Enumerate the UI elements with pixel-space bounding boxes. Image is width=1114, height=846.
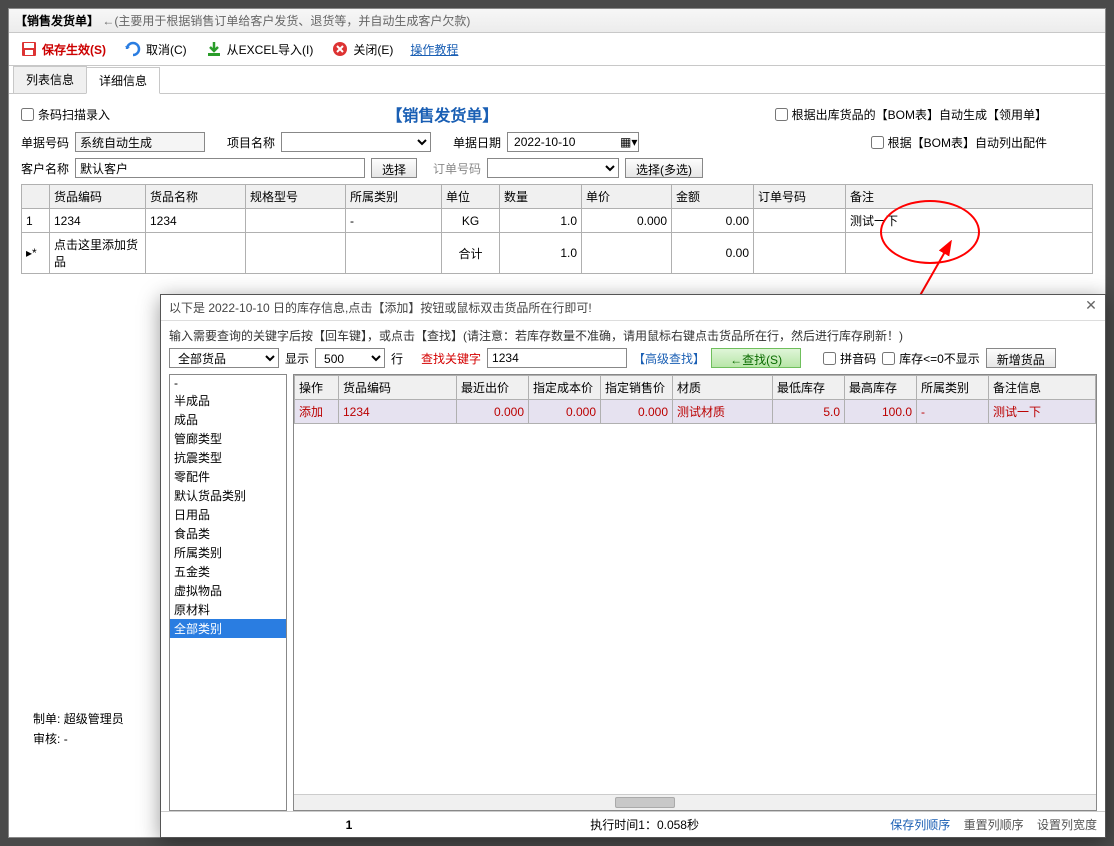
project-label: 项目名称: [227, 134, 275, 151]
window-title-bar: 【销售发货单】 ←(主要用于根据销售订单给客户发货、退货等，并自动生成客户欠款): [9, 9, 1105, 33]
set-col-width-link[interactable]: 设置列宽度: [1037, 818, 1097, 832]
category-item[interactable]: 日用品: [170, 505, 286, 524]
category-item[interactable]: 抗震类型: [170, 448, 286, 467]
category-item[interactable]: 管廊类型: [170, 429, 286, 448]
audit-label: 审核:: [33, 732, 60, 746]
keyword-input[interactable]: [487, 348, 627, 368]
save-icon: [20, 40, 38, 58]
category-filter-select[interactable]: 全部货品: [169, 348, 279, 368]
table-row[interactable]: 1 1234 1234 - KG 1.0 0.000 0.00 测试一下: [22, 209, 1093, 233]
category-list[interactable]: -半成品成品管廊类型抗震类型零配件默认货品类别日用品食品类所属类别五金类虚拟物品…: [169, 374, 287, 811]
category-item[interactable]: 默认货品类别: [170, 486, 286, 505]
category-item[interactable]: 全部类别: [170, 619, 286, 638]
window-title: 【销售发货单】: [15, 14, 99, 28]
barcode-scan-checkbox[interactable]: 条码扫描录入: [21, 106, 110, 123]
maker-value: 超级管理员: [64, 712, 124, 726]
grid-row[interactable]: 添加 1234 0.000 0.000 0.000 测试材质 5.0 100.0…: [295, 400, 1096, 424]
tab-bar: 列表信息 详细信息: [9, 66, 1105, 94]
table-add-row[interactable]: ▸* 点击这里添加货品 合计 1.0 0.00: [22, 233, 1093, 274]
calendar-icon[interactable]: ▦▾: [620, 135, 636, 149]
hide-zero-checkbox[interactable]: 库存<=0不显示: [882, 350, 980, 367]
add-row-button[interactable]: 添加: [295, 400, 339, 424]
tab-list[interactable]: 列表信息: [13, 66, 87, 93]
category-item[interactable]: 所属类别: [170, 543, 286, 562]
keyword-label: 查找关键字: [421, 350, 481, 367]
dialog-status-bar: 1 执行时间1：0.058秒 保存列顺序 重置列顺序 设置列宽度: [161, 811, 1105, 837]
exec-time: 执行时间1：0.058秒: [409, 816, 880, 833]
category-item[interactable]: 零配件: [170, 467, 286, 486]
date-field[interactable]: [510, 134, 620, 150]
cancel-button[interactable]: 取消(C): [117, 36, 194, 62]
stock-picker-dialog: 以下是 2022-10-10 日的库存信息,点击【添加】按钮或鼠标双击货品所在行…: [160, 294, 1106, 838]
rows-label: 行: [391, 350, 403, 367]
category-item[interactable]: 成品: [170, 410, 286, 429]
add-product-button[interactable]: 新增货品: [986, 348, 1056, 368]
advanced-search-link[interactable]: 【高级查找】: [633, 350, 705, 367]
maker-label: 制单:: [33, 712, 60, 726]
import-button[interactable]: 从EXCEL导入(I): [198, 36, 321, 62]
show-label: 显示: [285, 350, 309, 367]
grid-header-row: 操作 货品编码 最近出价 指定成本价 指定销售价 材质 最低库存 最高库存 所属…: [295, 376, 1096, 400]
table-header-row: 货品编码 货品名称 规格型号 所属类别 单位 数量 单价 金额 订单号码 备注: [22, 185, 1093, 209]
bom-parts-checkbox[interactable]: 根据【BOM表】自动列出配件: [871, 134, 1047, 151]
customer-label: 客户名称: [21, 160, 69, 177]
order-no-label: 订单号码: [433, 160, 481, 177]
window-subtitle: ←(主要用于根据销售订单给客户发货、退货等，并自动生成客户欠款): [102, 14, 470, 28]
bom-auto-checkbox[interactable]: 根据出库货品的【BOM表】自动生成【领用单】: [775, 106, 1047, 123]
page-size-select[interactable]: 500: [315, 348, 385, 368]
category-item[interactable]: 半成品: [170, 391, 286, 410]
pinyin-checkbox[interactable]: 拼音码: [823, 350, 876, 367]
close-icon: [331, 40, 349, 58]
stock-grid: 操作 货品编码 最近出价 指定成本价 指定销售价 材质 最低库存 最高库存 所属…: [294, 375, 1096, 424]
tab-detail[interactable]: 详细信息: [86, 67, 160, 94]
save-col-order-link[interactable]: 保存列顺序: [890, 818, 950, 832]
main-toolbar: 保存生效(S) 取消(C) 从EXCEL导入(I) 关闭(E) 操作教程: [9, 33, 1105, 66]
close-button[interactable]: 关闭(E): [324, 36, 400, 62]
category-item[interactable]: 原材料: [170, 600, 286, 619]
dialog-hint: 输入需要查询的关键字后按【回车键】，或点击【查找】(请注意：若库存数量不准确，请…: [169, 327, 1097, 344]
order-no-select[interactable]: [487, 158, 619, 178]
dialog-title: 以下是 2022-10-10 日的库存信息,点击【添加】按钮或鼠标双击货品所在行…: [161, 295, 1105, 321]
customer-field[interactable]: [75, 158, 365, 178]
project-select[interactable]: [281, 132, 431, 152]
doc-type-title: 【销售发货单】: [116, 102, 769, 126]
category-item[interactable]: 虚拟物品: [170, 581, 286, 600]
import-icon: [205, 40, 223, 58]
reset-col-order-link[interactable]: 重置列顺序: [964, 818, 1024, 832]
category-item[interactable]: 食品类: [170, 524, 286, 543]
date-label: 单据日期: [453, 134, 501, 151]
horizontal-scrollbar[interactable]: [294, 794, 1096, 810]
tutorial-link[interactable]: 操作教程: [404, 38, 464, 61]
category-item[interactable]: -: [170, 375, 286, 391]
doc-no-label: 单据号码: [21, 134, 69, 151]
search-button[interactable]: ←查找(S): [711, 348, 801, 368]
select-multi-button[interactable]: 选择(多选): [625, 158, 703, 178]
doc-no-field[interactable]: [75, 132, 205, 152]
save-button[interactable]: 保存生效(S): [13, 36, 113, 62]
page-indicator: 1: [289, 818, 409, 832]
cancel-icon: [124, 40, 142, 58]
line-items-table: 货品编码 货品名称 规格型号 所属类别 单位 数量 单价 金额 订单号码 备注 …: [21, 184, 1093, 274]
category-item[interactable]: 五金类: [170, 562, 286, 581]
dialog-close-button[interactable]: ✕: [1081, 297, 1101, 315]
select-customer-button[interactable]: 选择: [371, 158, 417, 178]
audit-value: -: [64, 732, 68, 746]
